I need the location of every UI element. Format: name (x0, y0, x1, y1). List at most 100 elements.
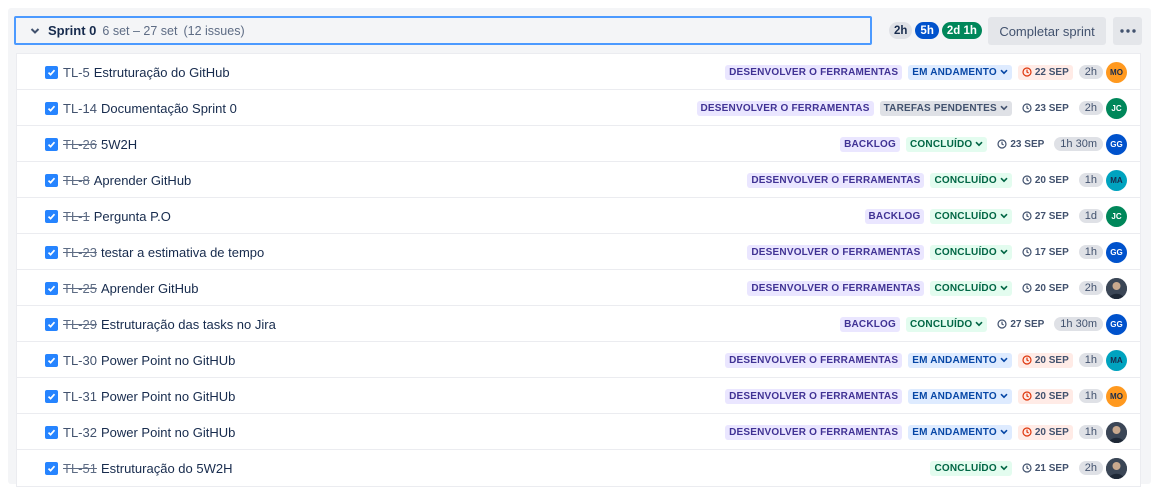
task-type-icon (45, 209, 58, 223)
epic-lozenge[interactable]: BACKLOG (840, 316, 901, 332)
avatar[interactable] (1106, 458, 1127, 479)
sprint-issue-count: (12 issues) (183, 23, 245, 38)
epic-lozenge[interactable]: DESENVOLVER O FERRAMENTAS (747, 244, 925, 260)
issue-row[interactable]: TL-8 Aprender GitHub DESENVOLVER O FERRAME… (17, 162, 1140, 198)
issue-summary[interactable]: 5W2H (101, 137, 137, 152)
avatar[interactable]: GG (1106, 242, 1127, 263)
status-label: EM ANDAMENTO (912, 426, 997, 438)
issue-key[interactable]: TL-30 (63, 353, 97, 368)
issue-row[interactable]: TL-31 Power Point no GitHUb DESENVOLVER O … (17, 378, 1140, 414)
avatar[interactable]: GG (1106, 134, 1127, 155)
sprint-toggle[interactable]: Sprint 0 6 set – 27 set (12 issues) (14, 16, 872, 45)
due-date-badge: 27 SEP (1018, 209, 1073, 224)
status-dropdown[interactable]: CONCLUÍDO (930, 460, 1012, 476)
issue-row[interactable]: TL-51 Estruturação do 5W2H CONCLUÍDO 21 SEP… (17, 450, 1140, 486)
issue-row[interactable]: TL-23 testar a estimativa de tempo DESENVO… (17, 234, 1140, 270)
avatar[interactable] (1106, 422, 1127, 443)
more-actions-button[interactable] (1113, 17, 1142, 45)
avatar[interactable]: MA (1106, 170, 1127, 191)
issue-row[interactable]: TL-1 Pergunta P.O BACKLOG CONCLUÍDO 27 SEP 1d… (17, 198, 1140, 234)
epic-lozenge[interactable]: DESENVOLVER O FERRAMENTAS (725, 64, 903, 80)
issue-row[interactable]: TL-32 Power Point no GitHUb DESENVOLVER O … (17, 414, 1140, 450)
estimate-badge: 2h (1078, 65, 1103, 79)
due-date: 20 SEP (1034, 390, 1069, 402)
issue-row[interactable]: TL-25 Aprender GitHub DESENVOLVER O FERRAM… (17, 270, 1140, 306)
epic-lozenge[interactable]: DESENVOLVER O FERRAMENTAS (725, 388, 903, 404)
issue-summary[interactable]: Estruturação do GitHub (94, 65, 230, 80)
clock-icon (1022, 67, 1032, 77)
task-type-icon (45, 353, 58, 367)
due-date-badge: 21 SEP (1018, 461, 1073, 476)
chevron-down-icon[interactable] (30, 26, 40, 36)
issue-key[interactable]: TL-1 (63, 209, 90, 224)
epic-lozenge[interactable]: DESENVOLVER O FERRAMENTAS (747, 172, 925, 188)
issue-key[interactable]: TL-23 (63, 245, 97, 260)
sprint-header: Sprint 0 6 set – 27 set (12 issues) 2h 5… (14, 16, 1144, 46)
issue-key[interactable]: TL-29 (63, 317, 97, 332)
issue-summary[interactable]: Aprender GitHub (101, 281, 199, 296)
issue-key[interactable]: TL-5 (63, 65, 90, 80)
epic-lozenge[interactable]: DESENVOLVER O FERRAMENTAS (747, 280, 925, 296)
avatar[interactable]: MA (1106, 350, 1127, 371)
status-dropdown[interactable]: CONCLUÍDO (906, 316, 988, 332)
avatar[interactable]: GG (1106, 314, 1127, 335)
status-label: CONCLUÍDO (934, 174, 997, 186)
status-dropdown[interactable]: EM ANDAMENTO (908, 388, 1012, 404)
issue-key[interactable]: TL-25 (63, 281, 97, 296)
status-dropdown[interactable]: CONCLUÍDO (906, 136, 988, 152)
clock-icon (1022, 391, 1032, 401)
complete-sprint-button[interactable]: Completar sprint (988, 17, 1106, 45)
status-dropdown[interactable]: CONCLUÍDO (930, 244, 1012, 260)
epic-lozenge[interactable]: BACKLOG (840, 136, 901, 152)
due-date: 23 SEP (1034, 102, 1069, 114)
issue-summary[interactable]: Estruturação das tasks no Jira (101, 317, 276, 332)
clock-icon (1022, 283, 1032, 293)
status-dropdown[interactable]: EM ANDAMENTO (908, 424, 1012, 440)
issue-key[interactable]: TL-31 (63, 389, 97, 404)
issue-row[interactable]: TL-26 5W2H BACKLOG CONCLUÍDO 23 SEP 1h 30m GG (17, 126, 1140, 162)
issue-summary[interactable]: Power Point no GitHUb (101, 389, 235, 404)
status-dropdown[interactable]: CONCLUÍDO (930, 280, 1012, 296)
epic-lozenge[interactable]: BACKLOG (864, 208, 925, 224)
status-label: EM ANDAMENTO (912, 390, 997, 402)
issue-summary[interactable]: Power Point no GitHUb (101, 353, 235, 368)
issue-row[interactable]: TL-14 Documentação Sprint 0 DESENVOLVER O … (17, 90, 1140, 126)
avatar[interactable] (1106, 278, 1127, 299)
issue-key[interactable]: TL-32 (63, 425, 97, 440)
issue-row[interactable]: TL-30 Power Point no GitHUb DESENVOLVER O … (17, 342, 1140, 378)
issue-summary[interactable]: Power Point no GitHUb (101, 425, 235, 440)
epic-lozenge[interactable]: DESENVOLVER O FERRAMENTAS (725, 352, 903, 368)
epic-lozenge[interactable]: DESENVOLVER O FERRAMENTAS (725, 424, 903, 440)
in-progress-estimate-pill: 5h (915, 22, 939, 39)
avatar[interactable]: MO (1106, 62, 1127, 83)
status-dropdown[interactable]: CONCLUÍDO (930, 172, 1012, 188)
issue-key[interactable]: TL-51 (63, 461, 97, 476)
avatar[interactable]: JC (1106, 98, 1127, 119)
issue-summary[interactable]: testar a estimativa de tempo (101, 245, 264, 260)
issue-summary[interactable]: Documentação Sprint 0 (101, 101, 237, 116)
issue-row[interactable]: TL-5 Estruturação do GitHub DESENVOLVER O … (17, 54, 1140, 90)
status-dropdown[interactable]: EM ANDAMENTO (908, 352, 1012, 368)
status-label: CONCLUÍDO (934, 246, 997, 258)
epic-lozenge[interactable]: DESENVOLVER O FERRAMENTAS (696, 100, 874, 116)
avatar[interactable]: JC (1106, 206, 1127, 227)
status-dropdown[interactable]: TAREFAS PENDENTES (879, 100, 1012, 116)
issue-row[interactable]: TL-29 Estruturação das tasks no Jira BACKL… (17, 306, 1140, 342)
issue-key[interactable]: TL-14 (63, 101, 97, 116)
chevron-down-icon (1000, 249, 1008, 255)
issue-summary[interactable]: Aprender GitHub (94, 173, 192, 188)
clock-icon (1022, 427, 1032, 437)
chevron-down-icon (1000, 105, 1008, 111)
issue-summary[interactable]: Pergunta P.O (94, 209, 171, 224)
issue-key[interactable]: TL-8 (63, 173, 90, 188)
due-date-badge: 20 SEP (1017, 352, 1073, 368)
status-dropdown[interactable]: CONCLUÍDO (930, 208, 1012, 224)
avatar[interactable]: MO (1106, 386, 1127, 407)
due-date: 22 SEP (1034, 66, 1069, 78)
clock-icon (1022, 355, 1032, 365)
issue-list: TL-5 Estruturação do GitHub DESENVOLVER O … (16, 53, 1141, 487)
issue-summary[interactable]: Estruturação do 5W2H (101, 461, 233, 476)
due-date: 20 SEP (1034, 426, 1069, 438)
issue-key[interactable]: TL-26 (63, 137, 97, 152)
status-dropdown[interactable]: EM ANDAMENTO (908, 64, 1012, 80)
